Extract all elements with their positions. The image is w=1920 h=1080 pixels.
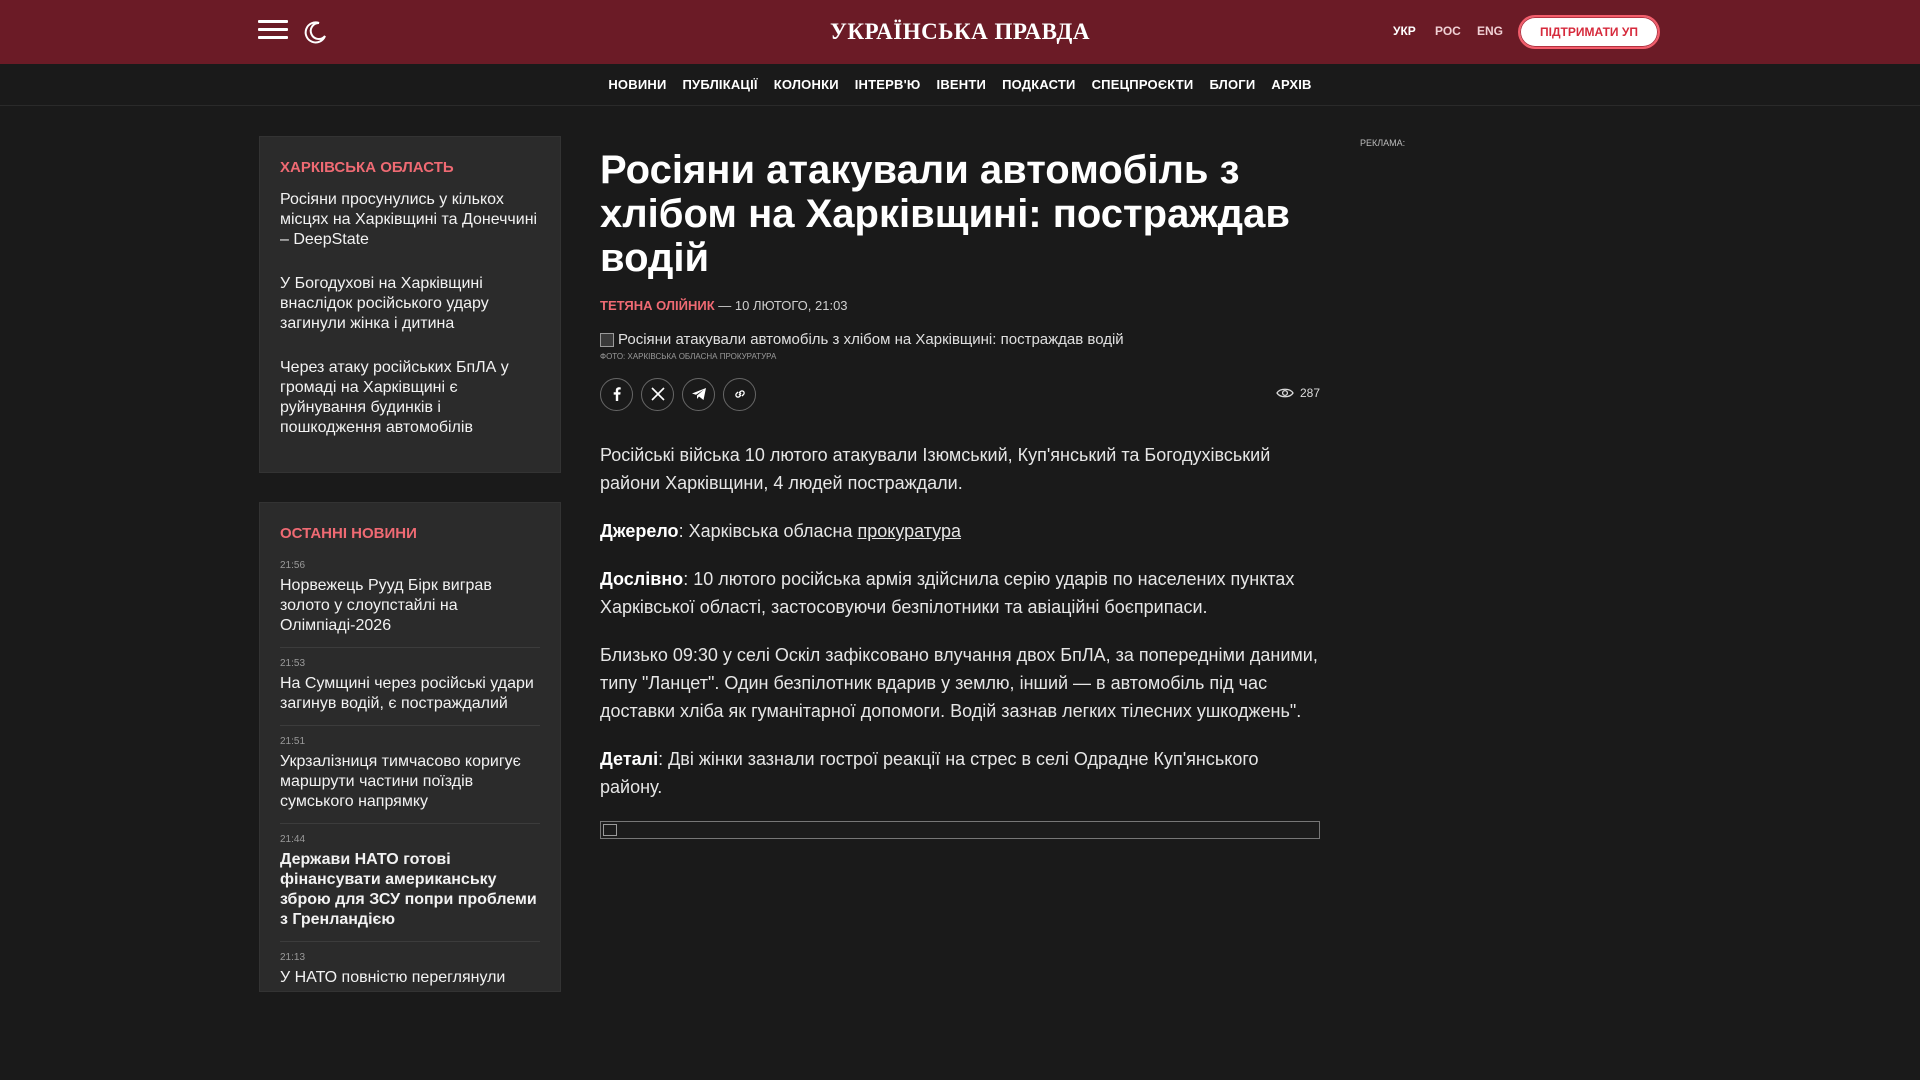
source-label: Джерело	[600, 521, 679, 541]
nav-item-interview[interactable]: ІНТЕРВ'Ю	[855, 77, 921, 92]
news-item[interactable]: 21:51 Укрзалізниця тимчасово коригує мар…	[280, 726, 540, 824]
broken-image-icon	[603, 824, 617, 836]
news-item[interactable]: 21:13 У НАТО повністю переглянули	[280, 942, 540, 991]
copy-link-button[interactable]	[723, 377, 756, 411]
news-item[interactable]: 21:44 Держави НАТО готові фінансувати ам…	[280, 824, 540, 942]
news-time: 21:51	[280, 736, 306, 747]
lang-ukr[interactable]: УКР	[1393, 24, 1416, 38]
related-item[interactable]: У Богодухові на Харківщині внаслідок рос…	[280, 274, 540, 334]
details-text: : Дві жінки зазнали гострої реакції на с…	[600, 749, 1259, 797]
nav-item-specprojects[interactable]: СПЕЦПРОЄКТИ	[1092, 77, 1194, 92]
related-item[interactable]: Через атаку російських БпЛА у громаді на…	[280, 358, 540, 438]
news-time: 21:53	[280, 658, 306, 669]
telegram-share-button[interactable]	[682, 377, 715, 411]
related-item[interactable]: Росіяни просунулись у кількох місцях на …	[280, 190, 540, 250]
source-text: : Харківська обласна	[678, 521, 858, 541]
hamburger-menu-icon[interactable]	[258, 20, 288, 44]
article-details: Деталі: Дві жінки зазнали гострої реакці…	[600, 745, 1320, 801]
article-quote: Дослівно: 10 лютого російська армія здій…	[600, 565, 1320, 621]
nav-item-events[interactable]: ІВЕНТИ	[937, 77, 987, 92]
photo-alt-text: Росіяни атакували автомобіль з хлібом на…	[618, 331, 1124, 348]
facebook-share-button[interactable]	[600, 377, 633, 411]
details-label: Деталі	[600, 749, 659, 769]
news-title[interactable]: Норвежець Рууд Бірк виграв золото у слоу…	[280, 576, 540, 636]
facebook-icon	[613, 387, 621, 401]
main-nav: НОВИНИ ПУБЛІКАЦІЇ КОЛОНКИ ІНТЕРВ'Ю ІВЕНТ…	[0, 64, 1920, 106]
quote-label: Дослівно	[600, 569, 684, 589]
nav-item-blogs[interactable]: БЛОГИ	[1209, 77, 1255, 92]
article-body: Російські війська 10 лютого атакували Із…	[600, 441, 1320, 839]
news-title[interactable]: На Сумщині через російські удари загинув…	[280, 674, 540, 714]
news-item[interactable]: 21:56 Норвежець Рууд Бірк виграв золото …	[280, 550, 540, 648]
x-share-button[interactable]	[641, 377, 674, 411]
related-region-box: ХАРКІВСЬКА ОБЛАСТЬ Росіяни просунулись у…	[259, 136, 561, 473]
latest-news-title[interactable]: ОСТАННІ НОВИНИ	[280, 525, 540, 542]
quote-text: : 10 лютого російська армія здійснила се…	[600, 569, 1295, 617]
photo-credit: Фото: Харківська обласна прокуратура	[600, 352, 777, 361]
broken-image-icon	[600, 332, 614, 347]
news-title[interactable]: Укрзалізниця тимчасово коригує маршрути …	[280, 752, 540, 812]
article-paragraph: Близько 09:30 у селі Оскіл зафіксовано в…	[600, 645, 1318, 721]
nav-item-news[interactable]: НОВИНИ	[608, 77, 666, 92]
news-time: 21:13	[280, 952, 306, 963]
nav-item-columns[interactable]: КОЛОНКИ	[774, 77, 839, 92]
views-count: 287	[1299, 386, 1320, 400]
article: Росіяни атакували автомобіль з хлібом на…	[600, 148, 1320, 839]
site-logo[interactable]: УКРАЇНСЬКА ПРАВДА	[830, 19, 1090, 45]
views-counter: 287	[1276, 386, 1320, 400]
article-byline: ТЕТЯНА ОЛІЙНИК — 10 ЛЮТОГО, 21:03	[600, 298, 1320, 313]
link-icon	[734, 390, 745, 398]
news-title[interactable]: У НАТО повністю переглянули	[280, 968, 540, 988]
lang-ros[interactable]: РОС	[1435, 24, 1461, 38]
article-date: — 10 ЛЮТОГО, 21:03	[714, 298, 848, 313]
ad-label: РЕКЛАМА:	[1360, 138, 1406, 148]
article-photo: Росіяни атакували автомобіль з хлібом на…	[600, 331, 1320, 348]
lang-eng[interactable]: ENG	[1477, 24, 1503, 38]
support-button[interactable]: ПІДТРИМАТИ УП	[1518, 15, 1660, 49]
telegram-icon	[691, 388, 706, 400]
top-header: УКРАЇНСЬКА ПРАВДА УКР РОС ENG ПІДТРИМАТИ…	[0, 0, 1920, 64]
author-link[interactable]: ТЕТЯНА ОЛІЙНИК	[600, 298, 715, 313]
related-region-title[interactable]: ХАРКІВСЬКА ОБЛАСТЬ	[280, 159, 540, 176]
nav-item-publications[interactable]: ПУБЛІКАЦІЇ	[683, 77, 758, 92]
source-link[interactable]: прокуратура	[857, 521, 961, 541]
nav-item-podcasts[interactable]: ПОДКАСТИ	[1002, 77, 1076, 92]
article-image	[600, 821, 1320, 839]
nav-item-archive[interactable]: АРХІВ	[1271, 77, 1311, 92]
news-item[interactable]: 21:53 На Сумщині через російські удари з…	[280, 648, 540, 726]
x-icon	[650, 387, 665, 401]
article-headline: Росіяни атакували автомобіль з хлібом на…	[600, 148, 1290, 280]
latest-news-box: ОСТАННІ НОВИНИ 21:56 Норвежець Рууд Бірк…	[259, 502, 561, 992]
moon-icon[interactable]	[303, 19, 329, 45]
eye-icon	[1276, 388, 1294, 398]
article-lead: Російські війська 10 лютого атакували Із…	[600, 445, 1271, 493]
news-title[interactable]: Держави НАТО готові фінансувати американ…	[280, 850, 540, 930]
share-row: 287	[600, 377, 1320, 411]
article-source: Джерело: Харківська обласна прокуратура	[600, 517, 1320, 545]
news-time: 21:44	[280, 834, 306, 845]
news-time: 21:56	[280, 560, 306, 571]
